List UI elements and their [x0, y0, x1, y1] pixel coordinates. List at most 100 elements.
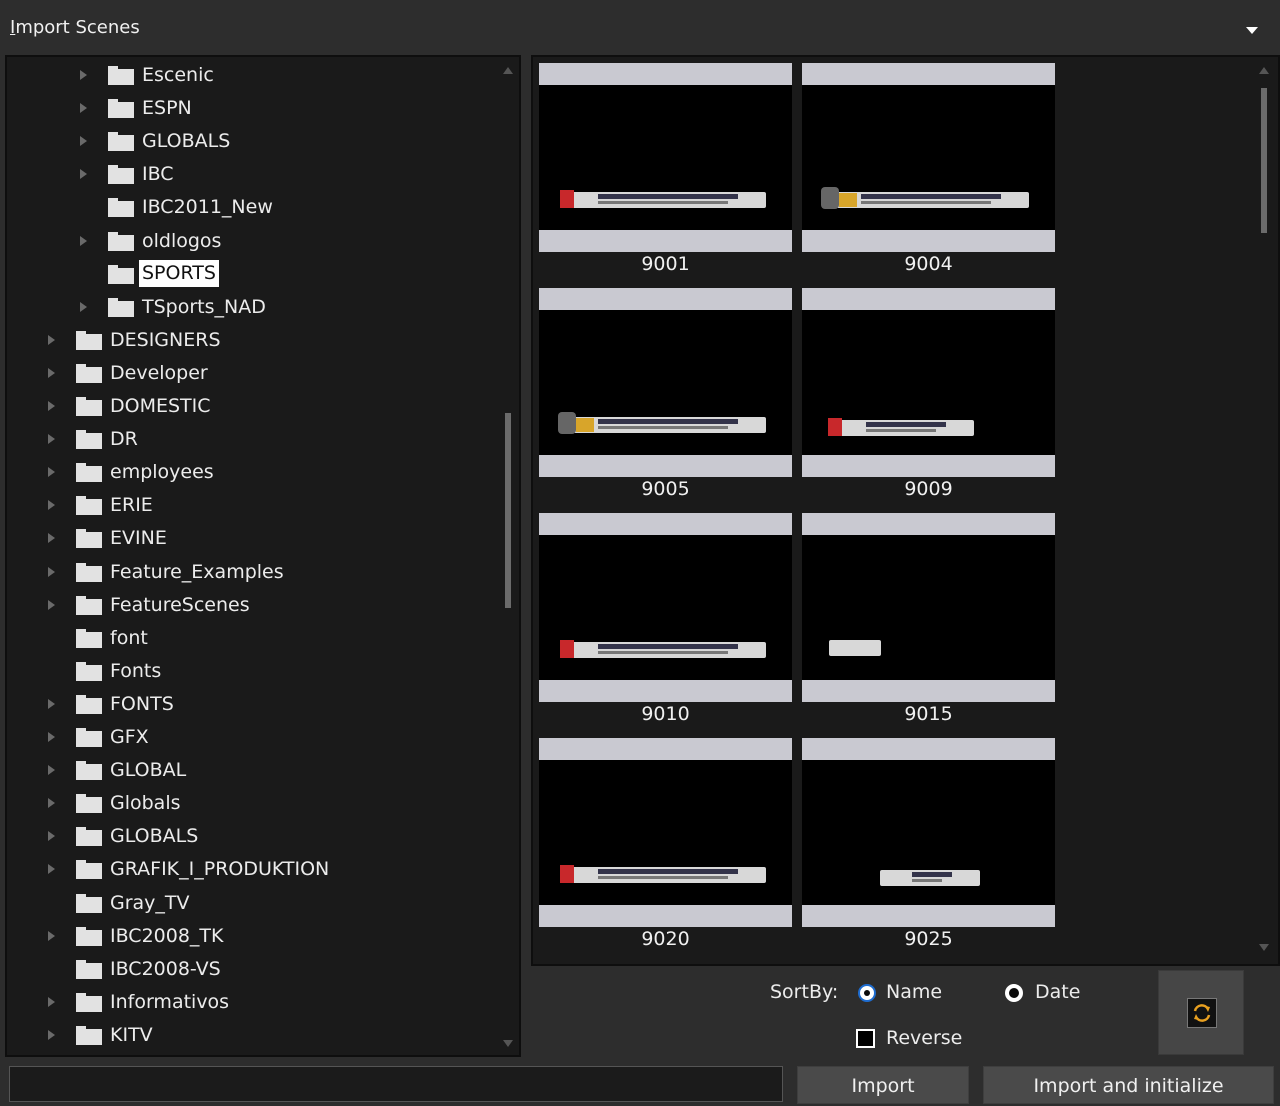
refresh-button[interactable] — [1158, 970, 1244, 1055]
tree-item-label: GLOBALS — [110, 825, 199, 848]
expand-arrow-icon[interactable] — [48, 798, 55, 809]
tree-item[interactable]: IBC2011_New — [7, 192, 487, 222]
tree-item[interactable]: SPORTS — [7, 259, 487, 289]
expand-arrow-icon[interactable] — [80, 301, 87, 312]
expand-arrow-icon[interactable] — [48, 996, 55, 1007]
folder-tree[interactable]: Escenic ESPN GLOBALS IBC IBC2011_New oldlogos… — [5, 55, 521, 1057]
import-button[interactable]: Import — [797, 1066, 969, 1104]
expand-arrow-icon[interactable] — [48, 334, 55, 345]
tree-item[interactable]: Developer — [7, 358, 487, 388]
expand-arrow-icon[interactable] — [48, 864, 55, 875]
expand-arrow-icon[interactable] — [48, 566, 55, 577]
expand-arrow-icon[interactable] — [48, 367, 55, 378]
tree-item[interactable]: IBC2008_TK — [7, 921, 487, 951]
tree-item[interactable]: IBC2008-VS — [7, 954, 487, 984]
folder-icon — [76, 595, 102, 615]
scroll-down-icon[interactable] — [503, 1040, 513, 1047]
tree-item[interactable]: Escenic — [7, 60, 487, 90]
expand-arrow-icon[interactable] — [80, 136, 87, 147]
import-and-initialize-button[interactable]: Import and initialize — [983, 1066, 1274, 1104]
tree-item[interactable]: FeatureScenes — [7, 590, 487, 620]
scroll-up-icon[interactable] — [503, 67, 513, 74]
thumbnail-bar — [539, 738, 792, 760]
scene-thumbnail[interactable]: 9010 — [539, 507, 792, 732]
expand-arrow-icon[interactable] — [48, 533, 55, 544]
folder-icon — [108, 99, 134, 119]
expand-arrow-icon[interactable] — [48, 467, 55, 478]
expand-arrow-icon[interactable] — [48, 732, 55, 742]
scene-thumbnail[interactable]: 9004 — [802, 57, 1055, 282]
scene-thumbnail[interactable]: 9020 — [539, 732, 792, 957]
scene-name: 9015 — [904, 703, 953, 725]
expand-arrow-icon[interactable] — [48, 765, 55, 776]
tree-item[interactable]: Globals — [7, 788, 487, 818]
tree-item[interactable]: DR — [7, 424, 487, 454]
tree-item-label: IBC2008-VS — [110, 957, 221, 980]
tree-item[interactable]: font — [7, 623, 487, 653]
tree-item[interactable]: Gray_TV — [7, 888, 487, 918]
tree-item[interactable]: GRAFIK_I_PRODUKTION — [7, 854, 487, 884]
reverse-checkbox[interactable] — [856, 1029, 875, 1048]
grid-scrollbar[interactable] — [1259, 63, 1269, 955]
tree-item[interactable]: ESPN — [7, 93, 487, 123]
scene-name: 9005 — [641, 478, 690, 500]
scroll-down-icon[interactable] — [1259, 944, 1269, 951]
tree-item[interactable]: GLOBALS — [7, 126, 487, 156]
scene-thumbnail[interactable]: 9001 — [539, 57, 792, 282]
tree-item[interactable]: ERIE — [7, 490, 487, 520]
expand-arrow-icon[interactable] — [80, 103, 87, 114]
tree-item[interactable]: GLOBAL — [7, 755, 487, 785]
expand-arrow-icon[interactable] — [48, 930, 55, 941]
expand-arrow-icon[interactable] — [48, 698, 55, 709]
tree-item[interactable]: GFX — [7, 722, 487, 752]
expand-arrow-icon[interactable] — [48, 401, 55, 411]
expand-arrow-icon[interactable] — [48, 599, 55, 610]
tree-item[interactable]: GLOBALS — [7, 821, 487, 851]
tree-item-label: EVINE — [110, 527, 167, 550]
tree-item[interactable]: Feature_Examples — [7, 557, 487, 587]
sort-date-label[interactable]: Date — [1035, 981, 1080, 1003]
tree-item[interactable]: employees — [7, 457, 487, 487]
scroll-up-icon[interactable] — [1259, 67, 1269, 74]
sort-name-label[interactable]: Name — [886, 981, 942, 1003]
tree-item[interactable]: Informativos — [7, 987, 487, 1017]
tree-item[interactable]: KITV — [7, 1020, 487, 1050]
tree-item[interactable]: FONTS — [7, 689, 487, 719]
expand-arrow-icon[interactable] — [80, 70, 87, 80]
scene-name: 9020 — [641, 928, 690, 950]
scroll-thumb[interactable] — [1261, 88, 1267, 233]
expand-arrow-icon[interactable] — [48, 831, 55, 842]
tree-item-label: GLOBALS — [142, 130, 231, 153]
folder-icon — [76, 330, 102, 350]
tree-item[interactable]: DESIGNERS — [7, 325, 487, 355]
expand-arrow-icon[interactable] — [48, 1029, 55, 1040]
scene-thumbnail[interactable]: 9015 — [802, 507, 1055, 732]
tree-item[interactable]: EVINE — [7, 523, 487, 553]
thumbnail-bar — [802, 680, 1055, 702]
tree-item[interactable]: IBC — [7, 159, 487, 189]
path-input[interactable] — [9, 1066, 783, 1102]
tree-scrollbar[interactable] — [503, 63, 513, 1051]
expand-arrow-icon[interactable] — [48, 434, 55, 445]
tree-item[interactable]: TSports_NAD — [7, 292, 487, 322]
sort-name-radio[interactable] — [858, 984, 876, 1002]
scene-thumbnail[interactable]: 9025 — [802, 732, 1055, 957]
expand-arrow-icon[interactable] — [80, 169, 87, 180]
tree-item-label: FeatureScenes — [110, 593, 250, 616]
folder-icon — [108, 264, 134, 284]
thumbnail-bar — [539, 63, 792, 85]
folder-icon — [76, 728, 102, 747]
dropdown-arrow-icon[interactable] — [1246, 27, 1258, 34]
thumbnail-bar — [802, 513, 1055, 535]
tree-item-label: ERIE — [110, 494, 153, 517]
sort-date-radio[interactable] — [1005, 984, 1023, 1002]
reverse-label[interactable]: Reverse — [886, 1027, 962, 1049]
scene-thumbnail[interactable]: 9005 — [539, 282, 792, 507]
scroll-thumb[interactable] — [505, 413, 511, 608]
expand-arrow-icon[interactable] — [48, 500, 55, 511]
scene-thumbnail[interactable]: 9009 — [802, 282, 1055, 507]
tree-item[interactable]: Fonts — [7, 656, 487, 686]
expand-arrow-icon[interactable] — [80, 235, 87, 246]
tree-item[interactable]: oldlogos — [7, 226, 487, 256]
tree-item[interactable]: DOMESTIC — [7, 391, 487, 421]
